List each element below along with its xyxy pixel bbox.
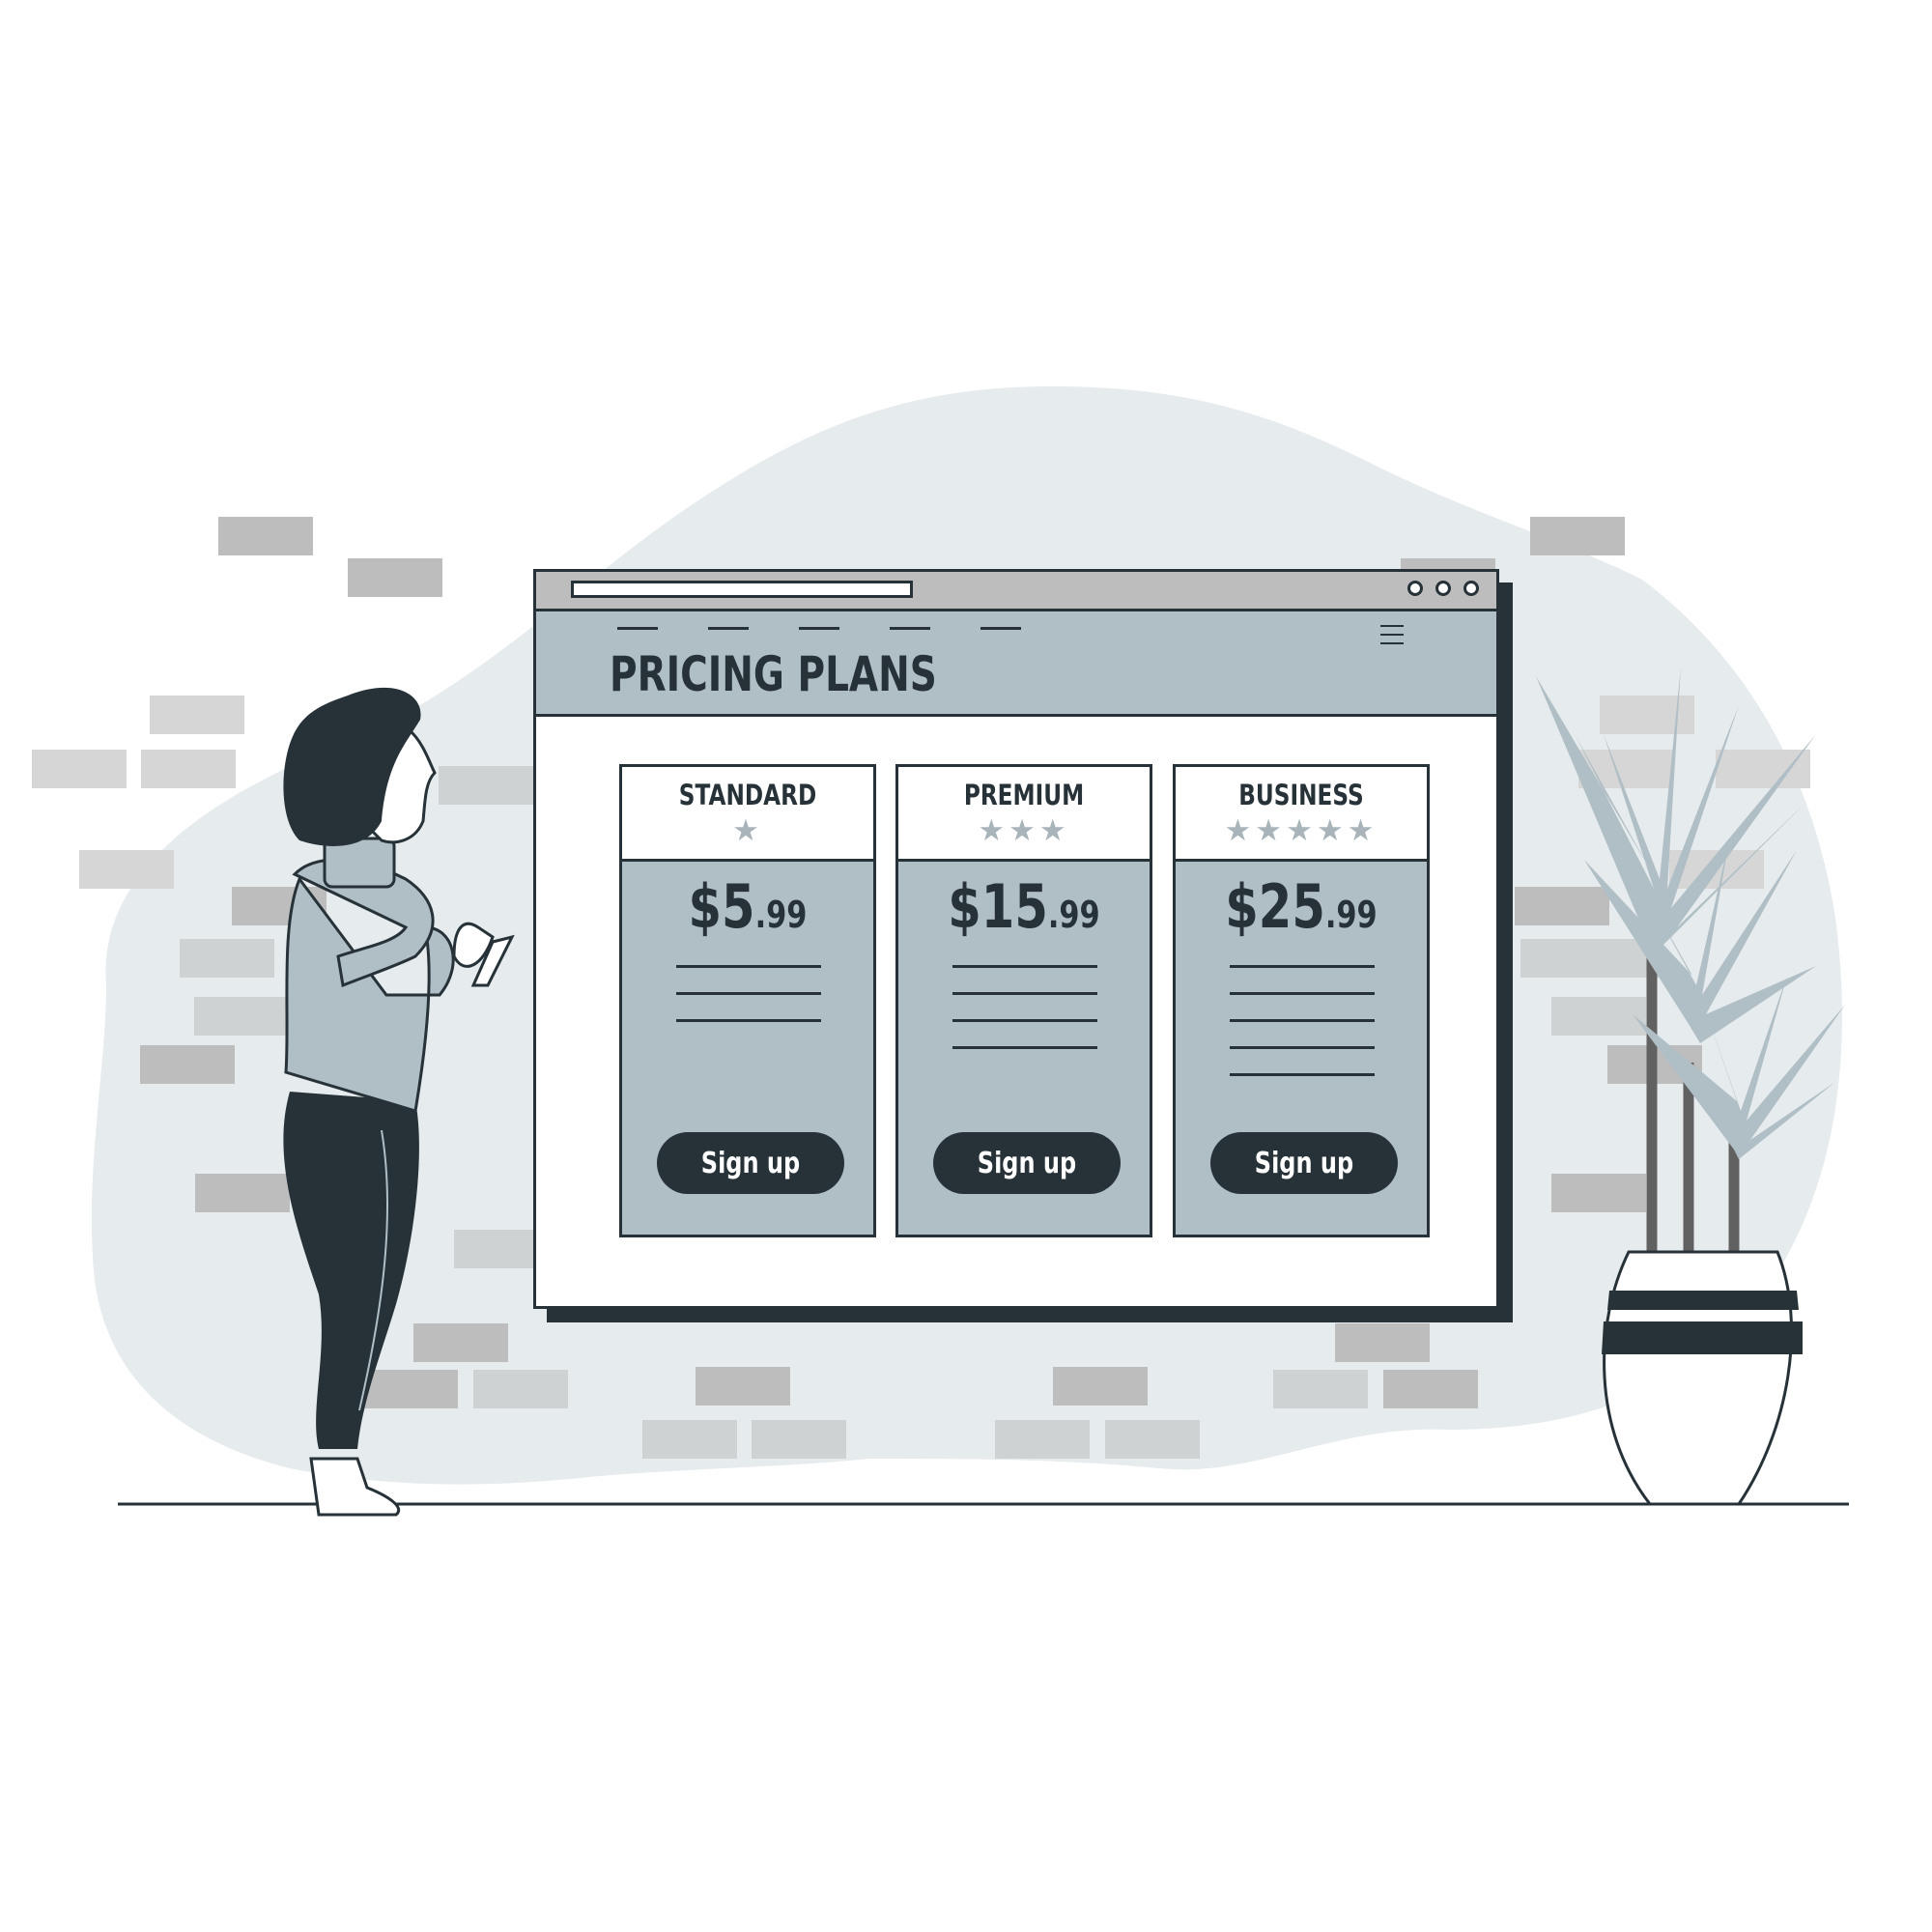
brick: [1551, 1174, 1646, 1212]
nav-item[interactable]: [617, 627, 658, 630]
plan-price: $15.99: [923, 871, 1124, 942]
brick: [1053, 1367, 1148, 1406]
page-title: PRICING PLANS: [610, 646, 937, 702]
nav-item[interactable]: [980, 627, 1021, 630]
browser-titlebar: [536, 572, 1496, 611]
plan-card-header: PREMIUM ★★★: [898, 767, 1150, 862]
feature-line: [952, 1046, 1097, 1049]
brick: [1335, 1323, 1430, 1362]
nav-item[interactable]: [708, 627, 749, 630]
pricing-illustration: PRICING PLANS STANDARD ★ $5.99 Sign up P…: [0, 0, 1932, 1932]
plan-card-business: BUSINESS ★★★★★ $25.99 Sign up: [1173, 764, 1430, 1237]
brick: [180, 939, 274, 978]
window-controls: [1407, 581, 1479, 596]
brick: [1551, 997, 1646, 1036]
sign-up-label: Sign up: [977, 1146, 1077, 1180]
plan-price: $5.99: [647, 871, 848, 942]
feature-line: [952, 965, 1097, 968]
brick: [194, 997, 289, 1036]
brick: [195, 1174, 290, 1212]
brick: [363, 1370, 458, 1408]
brick: [218, 517, 313, 555]
brick: [1273, 1370, 1368, 1408]
plan-card-header: STANDARD ★: [622, 767, 873, 862]
price-cents: .99: [754, 894, 808, 936]
brick: [752, 1420, 846, 1459]
feature-line: [676, 965, 821, 968]
feature-list: [676, 965, 821, 1046]
star-icon: ★★★: [978, 813, 1070, 847]
nav-item[interactable]: [799, 627, 839, 630]
plan-price: $25.99: [1201, 871, 1402, 942]
feature-line: [952, 992, 1097, 995]
sign-up-button-standard[interactable]: Sign up: [657, 1132, 844, 1194]
brick: [1105, 1420, 1200, 1459]
plan-card-standard: STANDARD ★ $5.99 Sign up: [619, 764, 876, 1237]
price-cents: .99: [1047, 894, 1100, 936]
brick: [1530, 517, 1625, 555]
brick: [79, 850, 174, 889]
brick: [473, 1370, 568, 1408]
star-icon: ★★★★★: [1224, 813, 1378, 847]
sign-up-label: Sign up: [1254, 1146, 1354, 1180]
address-bar[interactable]: [571, 581, 913, 598]
hamburger-menu-icon[interactable]: [1380, 625, 1404, 651]
price-main: $15: [948, 871, 1048, 942]
browser-window: PRICING PLANS STANDARD ★ $5.99 Sign up P…: [533, 569, 1499, 1309]
feature-line: [1230, 1046, 1375, 1049]
sign-up-button-premium[interactable]: Sign up: [933, 1132, 1121, 1194]
price-cents: .99: [1324, 894, 1378, 936]
brick: [1716, 750, 1810, 788]
page-header: PRICING PLANS: [536, 611, 1496, 717]
feature-line: [1230, 1019, 1375, 1022]
window-dot-icon[interactable]: [1435, 581, 1451, 596]
brick: [1515, 887, 1609, 925]
plan-card-header: BUSINESS ★★★★★: [1176, 767, 1427, 862]
brick: [140, 1045, 235, 1084]
feature-line: [676, 992, 821, 995]
window-dot-icon[interactable]: [1463, 581, 1479, 596]
sign-up-button-business[interactable]: Sign up: [1210, 1132, 1398, 1194]
feature-list: [952, 965, 1097, 1073]
brick: [141, 750, 236, 788]
feature-line: [1230, 1073, 1375, 1076]
window-dot-icon[interactable]: [1407, 581, 1423, 596]
plan-name: PREMIUM: [963, 779, 1085, 811]
brick: [1383, 1370, 1478, 1408]
price-main: $5: [688, 871, 755, 942]
plan-card-premium: PREMIUM ★★★ $15.99 Sign up: [895, 764, 1152, 1237]
brick: [642, 1420, 737, 1459]
feature-line: [952, 1019, 1097, 1022]
nav-item[interactable]: [890, 627, 930, 630]
feature-line: [1230, 992, 1375, 995]
sign-up-label: Sign up: [700, 1146, 801, 1180]
feature-list: [1230, 965, 1375, 1100]
brick: [696, 1367, 790, 1406]
feature-line: [676, 1019, 821, 1022]
plan-name: BUSINESS: [1238, 779, 1364, 811]
brick: [439, 766, 533, 805]
brick: [348, 558, 442, 597]
brick: [32, 750, 127, 788]
price-main: $25: [1225, 871, 1325, 942]
brick: [1600, 696, 1694, 734]
brick: [413, 1323, 508, 1362]
plan-name: STANDARD: [678, 779, 817, 811]
feature-line: [1230, 965, 1375, 968]
brick: [995, 1420, 1090, 1459]
brick: [150, 696, 244, 734]
star-icon: ★: [732, 813, 763, 847]
